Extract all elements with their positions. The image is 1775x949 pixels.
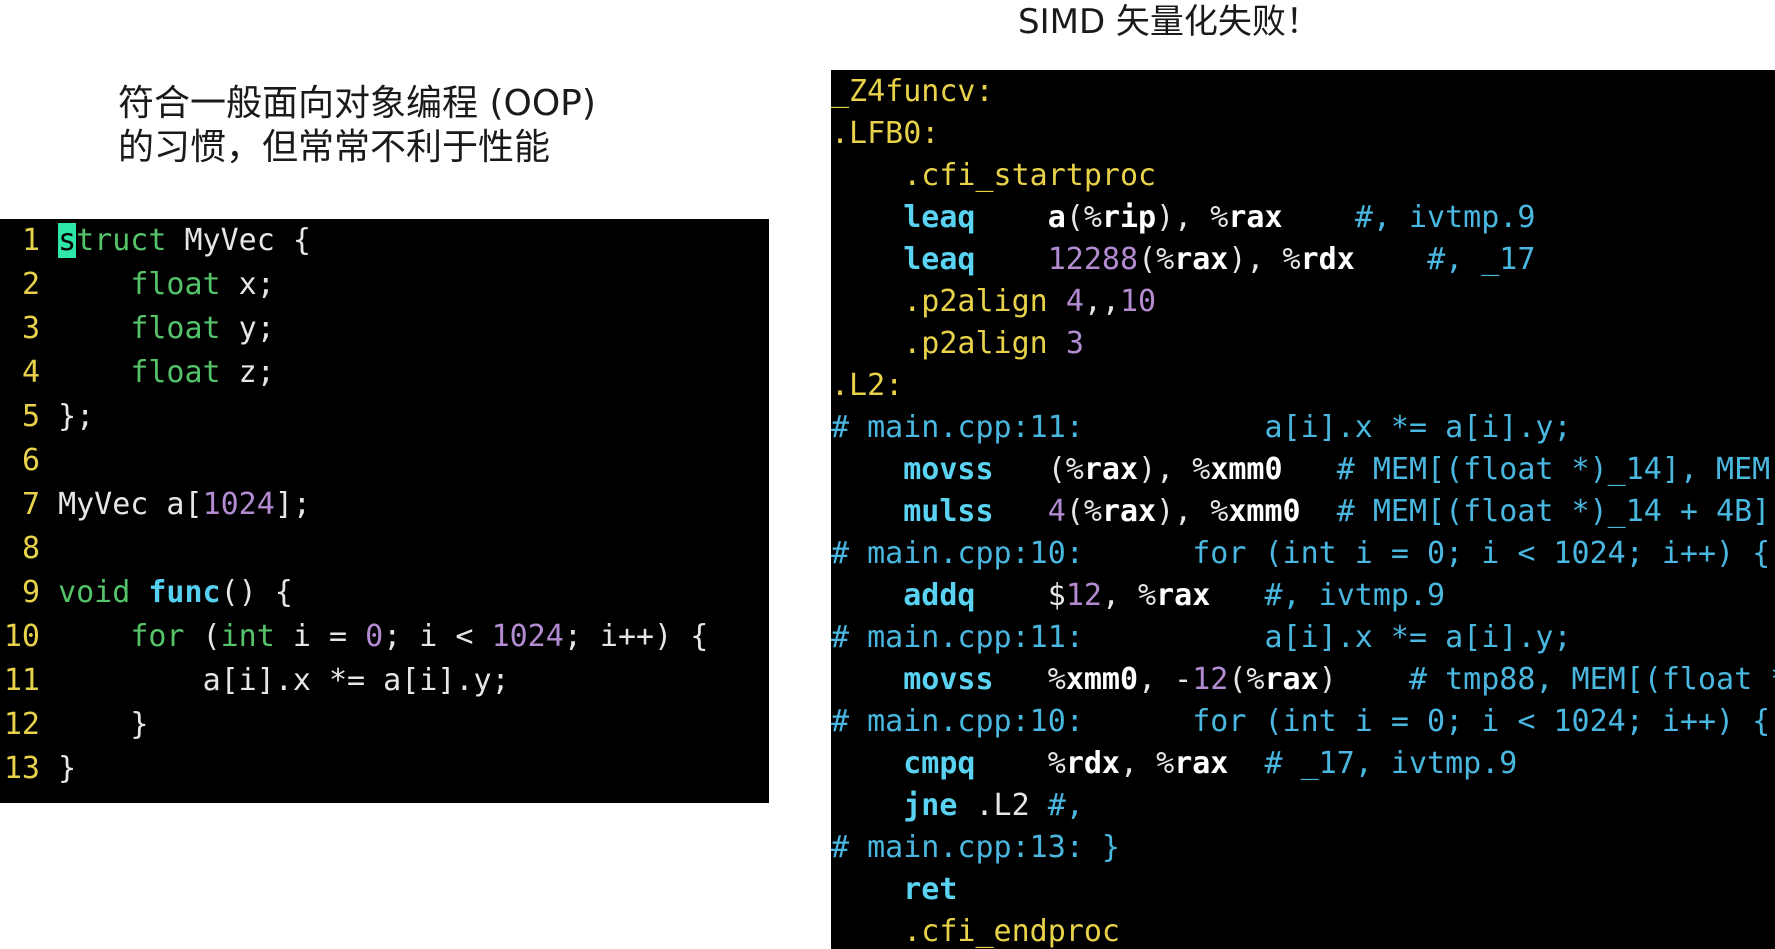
code-line: 5 };: [21, 399, 95, 434]
asm-line: .p2align 3: [903, 326, 1084, 361]
code-line: 3 float y;: [21, 311, 275, 346]
asm-line: .cfi_endproc: [903, 914, 1120, 949]
code-line: 1 struct MyVec {: [21, 223, 311, 258]
asm-line: jne .L2 #,: [903, 788, 1084, 823]
asm-line: # main.cpp:11: a[i].x *= a[i].y;: [831, 410, 1572, 445]
asm-line: # main.cpp:10: for (int i = 0; i < 1024;…: [831, 704, 1771, 739]
oop-note: 符合一般面向对象编程 (OOP) 的习惯，但常常不利于性能: [118, 82, 596, 170]
code-line: 4 float z;: [21, 355, 275, 390]
asm-line: movss %xmm0, -12(%rax) # tmp88, MEM[(flo…: [903, 662, 1775, 697]
oop-note-line-2: 的习惯，但常常不利于性能: [118, 127, 551, 168]
asm-line: cmpq %rdx, %rax # _17, ivtmp.9: [903, 746, 1518, 781]
code-line: 9 void func() {: [21, 575, 293, 610]
asm-line: movss (%rax), %xmm0 # MEM[(float *)_14],…: [903, 452, 1775, 487]
asm-line: # main.cpp:13: }: [831, 830, 1120, 865]
oop-note-line-1: 符合一般面向对象编程 (OOP): [118, 83, 596, 124]
asm-line: mulss 4(%rax), %xmm0 # MEM[(float *)_14 …: [903, 494, 1775, 529]
code-line: 8: [21, 531, 40, 566]
asm-line: ret: [903, 872, 958, 907]
assembly-output[interactable]: _Z4funcv: .LFB0: .cfi_startproc leaq a(%…: [831, 70, 1775, 949]
simd-failure-title: SIMD 矢量化失败！: [1018, 2, 1320, 42]
asm-line: .L2:: [831, 368, 904, 403]
code-line: 13 }: [3, 751, 77, 786]
code-line: 2 float x;: [21, 267, 275, 302]
code-line: 6: [21, 443, 40, 478]
asm-line: # main.cpp:11: a[i].x *= a[i].y;: [831, 620, 1572, 655]
code-line: 12 }: [3, 707, 149, 742]
source-code-editor[interactable]: 1 struct MyVec { 2 float x; 3 float y; 4…: [0, 219, 769, 803]
asm-line: leaq 12288(%rax), %rdx #, _17: [903, 242, 1536, 277]
asm-line: _Z4funcv:: [831, 74, 994, 109]
asm-line: .LFB0:: [831, 116, 940, 151]
code-line: 7 MyVec a[1024];: [21, 487, 311, 522]
asm-line: .cfi_startproc: [903, 158, 1157, 193]
asm-line: .p2align 4,,10: [903, 284, 1157, 319]
code-line: 11 a[i].x *= a[i].y;: [3, 663, 510, 698]
asm-line: # main.cpp:10: for (int i = 0; i < 1024;…: [831, 536, 1771, 571]
asm-line: leaq a(%rip), %rax #, ivtmp.9: [903, 200, 1536, 235]
asm-line: addq $12, %rax #, ivtmp.9: [903, 578, 1446, 613]
code-line: 10 for (int i = 0; i < 1024; i++) {: [3, 619, 709, 654]
